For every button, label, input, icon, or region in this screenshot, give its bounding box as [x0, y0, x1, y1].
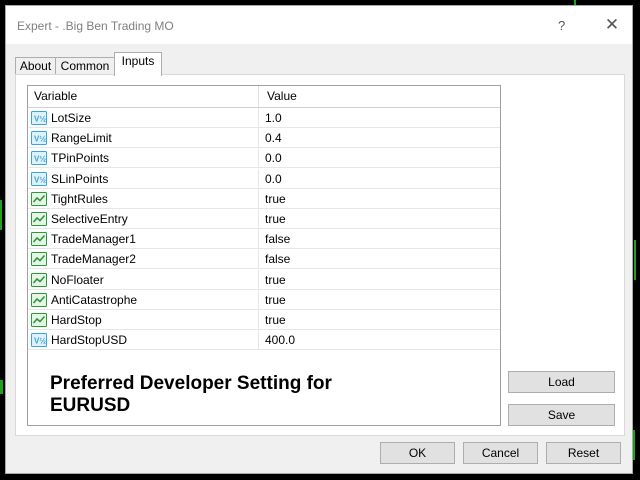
- grid-header: Variable Value: [28, 86, 500, 108]
- input-row[interactable]: V½ TPinPoints 0.0: [28, 148, 500, 169]
- cell-divider: [258, 128, 259, 149]
- variable-value[interactable]: 400.0: [265, 333, 295, 347]
- svg-text:V½: V½: [34, 175, 46, 184]
- input-row[interactable]: V½ SLinPoints 0.0: [28, 168, 500, 189]
- svg-text:V½: V½: [34, 115, 46, 124]
- cell-divider: [258, 289, 259, 310]
- load-button[interactable]: Load: [508, 371, 615, 393]
- chart-tick: [0, 200, 2, 230]
- developer-note: Preferred Developer Setting for EURUSD: [50, 373, 410, 417]
- help-button[interactable]: ?: [558, 18, 565, 33]
- boolean-variable-icon: [31, 272, 47, 287]
- variable-name: HardStopUSD: [51, 333, 128, 348]
- variable-name: TightRules: [51, 191, 108, 206]
- numeric-variable-icon: V½: [31, 111, 47, 125]
- chart-tick: [0, 380, 3, 394]
- input-row[interactable]: TradeManager1 false: [28, 229, 500, 250]
- variable-value[interactable]: false: [265, 232, 290, 246]
- developer-note-line2: EURUSD: [50, 395, 131, 416]
- boolean-variable-icon: [31, 292, 47, 307]
- column-header-value[interactable]: Value: [267, 89, 297, 103]
- cancel-button[interactable]: Cancel: [463, 442, 538, 464]
- tab-inputs[interactable]: Inputs: [114, 52, 162, 76]
- inputs-panel: Variable Value V½ LotSize 1.0 V½ RangeLimit 0…: [15, 74, 625, 436]
- boolean-variable-icon: [31, 313, 47, 327]
- boolean-variable-icon: [31, 252, 47, 267]
- input-row[interactable]: TightRules true: [28, 188, 500, 209]
- chart-tick: [634, 240, 636, 280]
- cell-divider: [258, 168, 259, 189]
- variable-value[interactable]: true: [265, 212, 286, 226]
- cell-divider: [258, 269, 259, 290]
- variable-name: AntiCatastrophe: [51, 292, 138, 307]
- cell-divider: [258, 249, 259, 270]
- variable-name: RangeLimit: [51, 131, 112, 146]
- input-row[interactable]: V½ LotSize 1.0: [28, 108, 500, 128]
- close-button[interactable]: ✕: [601, 15, 623, 35]
- input-row[interactable]: V½ RangeLimit 0.4: [28, 128, 500, 149]
- input-row[interactable]: NoFloater true: [28, 269, 500, 290]
- variable-value[interactable]: 0.4: [265, 131, 282, 145]
- input-row[interactable]: SelectiveEntry true: [28, 209, 500, 229]
- variable-name: HardStop: [51, 313, 102, 327]
- ok-button[interactable]: OK: [380, 442, 455, 464]
- svg-text:V½: V½: [34, 155, 46, 164]
- variable-name: SelectiveEntry: [51, 212, 128, 226]
- variable-value[interactable]: true: [265, 313, 286, 327]
- tab-about[interactable]: About: [15, 57, 56, 75]
- variable-name: SLinPoints: [51, 171, 109, 186]
- numeric-variable-icon: V½: [31, 333, 47, 348]
- column-divider[interactable]: [258, 86, 259, 107]
- variable-value[interactable]: 1.0: [265, 111, 282, 125]
- input-row[interactable]: V½ HardStopUSD 400.0: [28, 330, 500, 351]
- cell-divider: [258, 310, 259, 330]
- numeric-variable-icon: V½: [31, 151, 47, 166]
- input-row[interactable]: AntiCatastrophe true: [28, 289, 500, 310]
- variable-value[interactable]: true: [265, 293, 286, 307]
- variable-name: NoFloater: [51, 272, 104, 287]
- boolean-variable-icon: [31, 191, 47, 206]
- variable-value[interactable]: false: [265, 252, 290, 266]
- numeric-variable-icon: V½: [31, 171, 47, 186]
- variable-name: LotSize: [51, 111, 92, 125]
- title-bar[interactable]: Expert - .Big Ben Trading MO ? ✕: [6, 6, 632, 44]
- variable-name: TradeManager1: [51, 232, 136, 247]
- variable-value[interactable]: 0.0: [265, 151, 282, 165]
- tab-common[interactable]: Common: [55, 57, 115, 75]
- numeric-variable-icon: V½: [31, 131, 47, 146]
- save-button[interactable]: Save: [508, 404, 615, 426]
- window-title: Expert - .Big Ben Trading MO: [17, 19, 174, 33]
- variable-value[interactable]: 0.0: [265, 172, 282, 186]
- variable-name: TPinPoints: [51, 151, 110, 166]
- svg-text:V½: V½: [34, 135, 46, 144]
- boolean-variable-icon: [31, 232, 47, 247]
- column-header-variable[interactable]: Variable: [34, 89, 77, 103]
- reset-button[interactable]: Reset: [546, 442, 621, 464]
- cell-divider: [258, 209, 259, 229]
- expert-dialog: Expert - .Big Ben Trading MO ? ✕ About C…: [5, 5, 633, 474]
- variable-value[interactable]: true: [265, 192, 286, 206]
- developer-note-line1: Preferred Developer Setting for: [50, 373, 332, 394]
- variable-value[interactable]: true: [265, 273, 286, 287]
- cell-divider: [258, 229, 259, 250]
- input-row[interactable]: TradeManager2 false: [28, 249, 500, 270]
- cell-divider: [258, 188, 259, 209]
- cell-divider: [258, 330, 259, 351]
- svg-text:V½: V½: [34, 337, 46, 346]
- boolean-variable-icon: [31, 212, 47, 226]
- variable-name: TradeManager2: [51, 252, 136, 267]
- cell-divider: [258, 148, 259, 169]
- cell-divider: [258, 108, 259, 128]
- input-row[interactable]: HardStop true: [28, 310, 500, 330]
